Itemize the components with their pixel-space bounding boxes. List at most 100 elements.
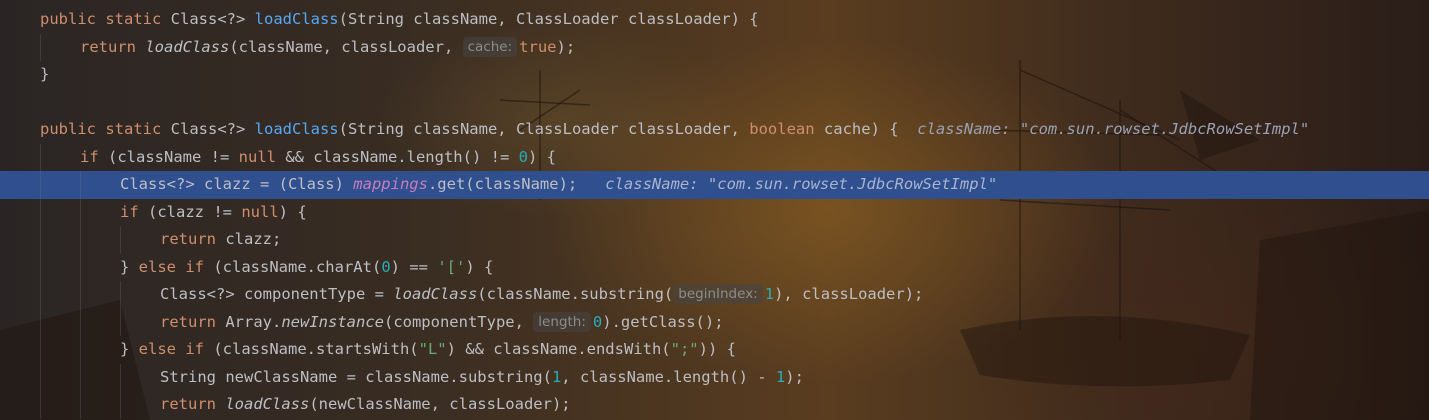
code-line[interactable]: return clazz; — [0, 226, 1429, 254]
code-token: ) { — [278, 202, 307, 221]
code-line-text: return Array.newInstance(componentType, … — [160, 309, 724, 337]
code-token: Class<?> componentType = — [160, 285, 394, 303]
code-token: ); — [556, 37, 576, 56]
debug-inline-value: className: "com.sun.rowset.JdbcRowSetImp… — [917, 120, 1310, 138]
keyword-token: public static — [40, 10, 171, 28]
keyword-token: else if — [138, 257, 214, 276]
string-token: '[' — [437, 257, 466, 276]
indent-guide — [120, 391, 121, 419]
indent-guide — [80, 308, 81, 336]
code-token: )) { — [698, 340, 736, 358]
debug-inline-value: className: "com.sun.rowset.JdbcRowSetImp… — [605, 175, 998, 193]
method-token: loadClass — [225, 395, 310, 413]
indent-guide — [40, 171, 41, 199]
code-token: (className != — [108, 147, 239, 166]
indent-guide — [120, 308, 121, 336]
keyword-token: if — [120, 202, 148, 221]
code-token: Class<?> — [170, 10, 255, 28]
method-token: loadClass — [393, 285, 478, 303]
code-line[interactable] — [0, 89, 1429, 117]
number-token: 1 — [764, 285, 775, 303]
code-token: ) == — [390, 257, 438, 276]
indent-guide — [80, 253, 81, 281]
code-line-current[interactable]: Class<?> clazz = (Class) mappings.get(cl… — [0, 171, 1429, 199]
number-token: 0 — [381, 257, 391, 276]
indent-guide — [40, 253, 41, 281]
keyword-token: else if — [138, 340, 214, 358]
keyword-token: if — [80, 147, 108, 166]
code-line[interactable]: } — [0, 61, 1429, 89]
number-token: 1 — [775, 367, 786, 386]
indent-guide — [80, 198, 81, 226]
indent-guide — [40, 308, 41, 336]
code-line[interactable]: if (className != null && className.lengt… — [0, 143, 1429, 171]
code-line[interactable]: Class<?> componentType = loadClass(class… — [0, 281, 1429, 309]
indent-guide — [40, 281, 41, 309]
method-token: loadClass — [254, 10, 339, 28]
code-token: cache) { — [823, 120, 918, 138]
code-line-text: Class<?> componentType = loadClass(class… — [160, 281, 923, 309]
code-token: Class<?> clazz = (Class) — [120, 175, 354, 193]
keyword-token: null — [238, 147, 276, 166]
code-token: , className.length() - — [561, 367, 776, 386]
keyword-token: null — [241, 202, 279, 221]
parameter-hint: cache: — [462, 36, 518, 57]
indent-guide — [80, 336, 81, 364]
parameter-hint: beginIndex: — [673, 284, 763, 304]
code-line-text: return loadClass(className, classLoader,… — [80, 34, 575, 62]
indent-guide — [80, 226, 81, 254]
code-line[interactable]: if (clazz != null) { — [0, 198, 1429, 227]
keyword-token: return — [80, 37, 146, 56]
indent-guide — [40, 226, 41, 254]
code-area[interactable]: public static Class<?> loadClass(String … — [0, 6, 1429, 419]
string-token: ";" — [670, 340, 699, 358]
code-line[interactable]: } else if (className.charAt(0) == '[') { — [0, 253, 1429, 282]
indent-guide — [80, 281, 81, 309]
code-line[interactable]: } else if (className.startsWith("L") && … — [0, 336, 1429, 364]
code-line[interactable]: public static Class<?> loadClass(String … — [0, 116, 1429, 144]
indent-guide — [40, 391, 41, 419]
indent-guide — [40, 143, 41, 171]
code-line[interactable]: return loadClass(className, classLoader,… — [0, 33, 1429, 62]
indent-guide — [120, 281, 121, 309]
code-line-text: String newClassName = className.substrin… — [160, 364, 804, 392]
code-token: } — [120, 340, 139, 358]
code-editor[interactable]: public static Class<?> loadClass(String … — [0, 0, 1429, 420]
code-token: Array. — [225, 312, 282, 331]
code-line[interactable]: String newClassName = className.substrin… — [0, 363, 1429, 392]
parameter-hint: length: — [533, 311, 591, 332]
code-token: ).getClass(); — [602, 312, 724, 331]
code-token: (newClassName, classLoader); — [309, 395, 571, 413]
code-line-text: public static Class<?> loadClass(String … — [40, 6, 759, 34]
indent-guide — [40, 363, 41, 391]
code-token: ); — [785, 367, 804, 386]
indent-guide — [80, 391, 81, 419]
code-token: Class<?> — [170, 120, 255, 138]
keyword-token: return — [160, 312, 226, 331]
code-line-text: if (clazz != null) { — [120, 199, 307, 227]
code-token: (String className, ClassLoader classLoad… — [338, 120, 750, 138]
indent-guide — [80, 363, 81, 391]
code-token: clazz; — [225, 230, 282, 248]
code-token: (className.charAt( — [213, 257, 382, 276]
indent-guide — [40, 33, 41, 61]
code-line[interactable]: return loadClass(newClassName, classLoad… — [0, 391, 1429, 419]
code-line-text: return clazz; — [160, 226, 281, 254]
code-line[interactable]: public static Class<?> loadClass(String … — [0, 6, 1429, 34]
code-token: (className.substring( — [477, 285, 674, 303]
code-token: (className.startsWith( — [213, 340, 419, 358]
method-token: newInstance — [281, 312, 384, 331]
code-token: (String className, ClassLoader classLoad… — [338, 10, 759, 28]
keyword-token: public static — [40, 120, 171, 138]
code-line-text: } else if (className.charAt(0) == '[') { — [120, 254, 493, 282]
code-line-text: } else if (className.startsWith("L") && … — [120, 336, 736, 364]
method-token: loadClass — [254, 120, 339, 138]
string-token: "L" — [418, 340, 447, 358]
indent-guide — [40, 198, 41, 226]
code-line[interactable]: return Array.newInstance(componentType, … — [0, 308, 1429, 337]
keyword-token: return — [160, 230, 226, 248]
code-line-text: return loadClass(newClassName, classLoad… — [160, 391, 571, 419]
indent-guide — [120, 363, 121, 391]
code-token: .get(className); — [427, 175, 606, 193]
code-token: (className, classLoader, — [229, 37, 463, 56]
